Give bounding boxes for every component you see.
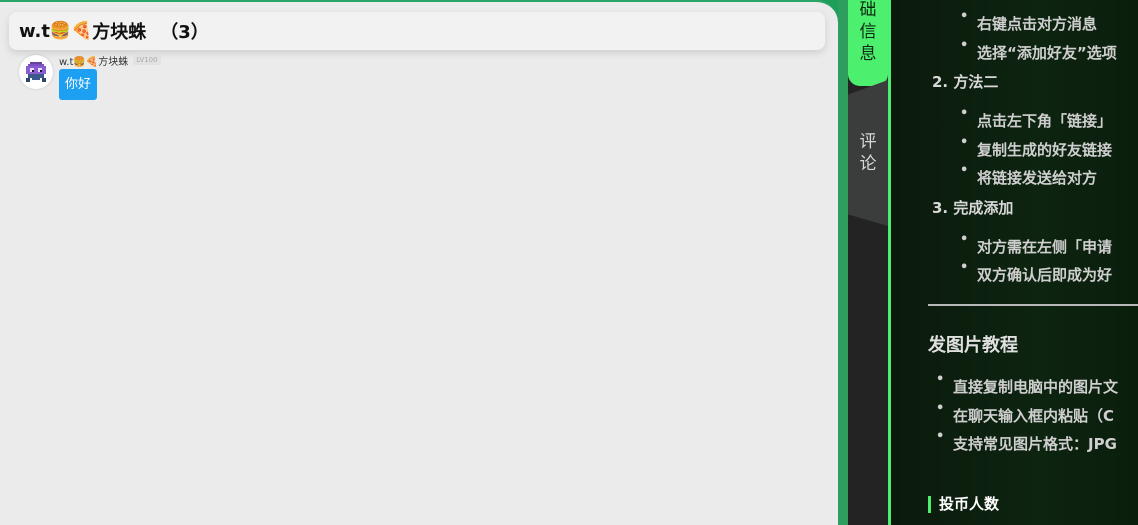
chat-title-name: 方块蛛 [92,22,147,43]
list-item: 对方需在左侧「申请 [960,232,1112,257]
pixel-monster-icon [26,62,46,82]
tab-comment-label-1: 评 [859,132,877,152]
member-count: （3） [160,22,209,43]
chat-title-emojis: 🍔🍕 [49,21,93,41]
image-tutorial-title: 发图片教程 [928,335,1018,356]
chat-title: w.t [19,20,50,42]
section-divider [928,304,1138,306]
chat-panel: w.t 🍔🍕 方块蛛 （3） w.t🍔🍕方块蛛 LV100 你好 [0,0,838,525]
panel-divider[interactable] [838,0,848,525]
list-item: 右键点击对方消息 [960,9,1097,34]
level-badge: LV100 [133,55,161,65]
list-item: 点击左下角「链接」 [960,106,1112,131]
tab-info[interactable]: 础 信息 [848,0,888,86]
chat-header: w.t 🍔🍕 方块蛛 （3） [9,12,825,50]
list-item: 选择“添加好友”选项 [960,38,1117,63]
list-item: 在聊天输入框内粘贴（C [936,401,1114,426]
list-item: 复制生成的好友链接 [960,135,1112,160]
step-title: 2. 方法二 [932,73,999,91]
tab-info-label-partial: 础 [859,0,877,20]
sender-row: w.t🍔🍕方块蛛 LV100 [59,53,161,68]
list-item: 直接复制电脑中的图片文 [936,372,1118,397]
step-title: 3. 完成添加 [932,199,1014,217]
tab-comment[interactable]: 评 论 [848,80,888,226]
list-item: 将链接发送给对方 [960,163,1097,188]
list-item: 双方确认后即成为好 [960,260,1112,285]
message-bubble[interactable]: 你好 [59,69,98,100]
sender-name[interactable]: w.t🍔🍕方块蛛 [59,53,128,68]
avatar[interactable] [19,55,53,89]
info-panel: 右键点击对方消息 选择“添加好友”选项 2. 方法二 点击左下角「链接」 复制生… [891,0,1138,525]
tab-comment-label-2: 论 [859,154,877,174]
tab-info-label: 信息 [859,22,877,64]
vertical-tab-strip: 础 信息 评 论 [848,0,890,525]
message-body: w.t🍔🍕方块蛛 LV100 你好 [59,55,161,100]
list-item: 支持常见图片格式：JPG [936,429,1117,454]
chat-message[interactable]: w.t🍔🍕方块蛛 LV100 你好 [19,55,161,100]
coin-count-title: 投币人数 [928,496,999,513]
